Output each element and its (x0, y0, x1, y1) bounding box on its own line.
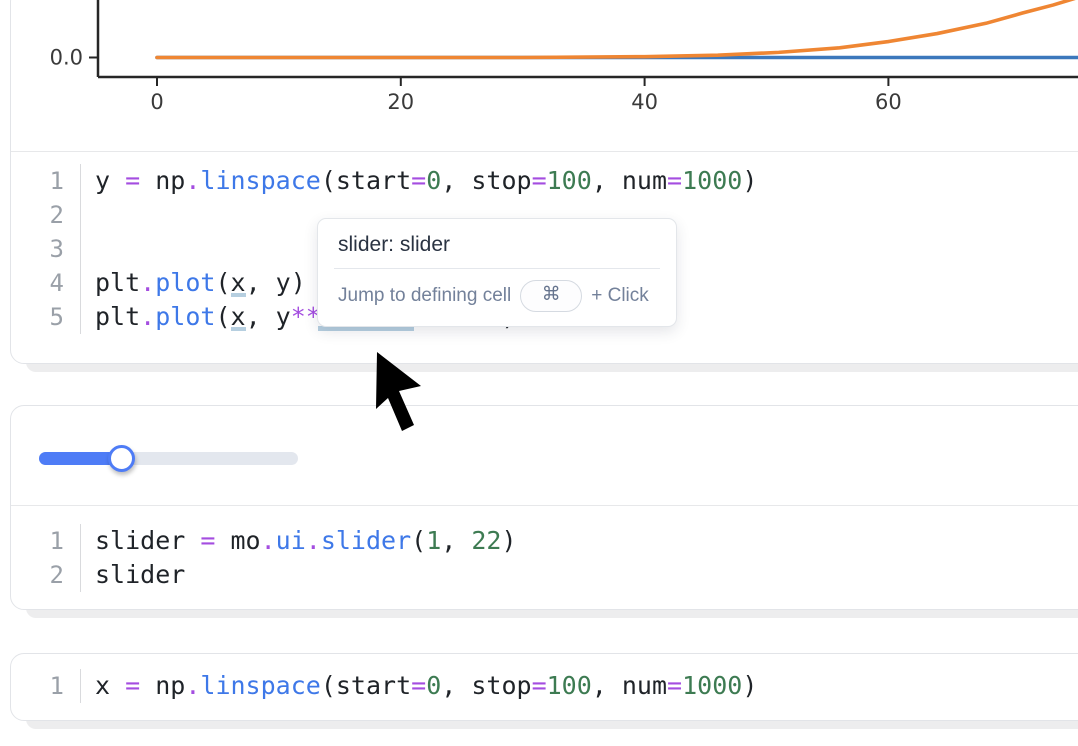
code-token: np (140, 166, 185, 195)
code-token: . (185, 671, 200, 700)
code-token: 0 (426, 166, 441, 195)
code-token: , stop (441, 166, 531, 195)
variable-tooltip: slider: slider Jump to defining cell ⌘ +… (317, 218, 677, 327)
x-tick-label: 0 (150, 90, 163, 114)
x-tick-label: 40 (631, 90, 658, 114)
code-token: , num (592, 671, 667, 700)
code-token: 22 (471, 526, 501, 555)
y-tick-label: 0.0 (50, 46, 83, 70)
plot-output: 0.0 0 20 40 60 (11, 0, 1078, 152)
chart-series-line (157, 0, 1078, 58)
line-number: 1 (11, 524, 81, 558)
code-token: linspace (200, 166, 320, 195)
code-token: , y (246, 302, 291, 331)
code-line[interactable]: slider (81, 558, 185, 592)
code-token: ) (742, 671, 757, 700)
code-token: = (125, 671, 140, 700)
code-token: x (95, 671, 125, 700)
notebook-cell-x: 1x = np.linspace(start=0, stop=100, num=… (10, 653, 1078, 721)
code-token: ( (215, 302, 230, 331)
slider-thumb[interactable] (108, 445, 135, 472)
code-row[interactable]: 1slider = mo.ui.slider(1, 22) (11, 524, 1078, 558)
code-token: = (411, 166, 426, 195)
slider-track[interactable] (39, 452, 298, 465)
code-token: = (532, 671, 547, 700)
code-line[interactable]: y = np.linspace(start=0, stop=100, num=1… (81, 164, 757, 198)
code-token: , num (592, 166, 667, 195)
code-token: . (306, 526, 321, 555)
command-key-icon: ⌘ (542, 282, 561, 308)
code-token: (start (321, 166, 411, 195)
code-token: = (667, 671, 682, 700)
code-editor[interactable]: 1x = np.linspace(start=0, stop=100, num=… (11, 654, 1078, 720)
code-token: 0 (426, 671, 441, 700)
code-token: ) (742, 166, 757, 195)
code-token: . (140, 302, 155, 331)
code-token: plot (155, 268, 215, 297)
slider-output (11, 406, 1078, 506)
code-token: , (441, 526, 471, 555)
code-token: , y) (246, 268, 306, 297)
code-token: = (125, 166, 140, 195)
code-line[interactable] (81, 198, 95, 232)
code-token: ( (215, 268, 230, 297)
line-number: 5 (11, 300, 81, 334)
code-token: = (532, 166, 547, 195)
line-number: 4 (11, 266, 81, 300)
code-token: y (95, 166, 125, 195)
x-tick-label: 60 (875, 90, 902, 114)
variable-link[interactable]: x (231, 302, 246, 331)
tooltip-action-label: Jump to defining cell (338, 285, 511, 307)
notebook-cell-slider: 1slider = mo.ui.slider(1, 22)2slider (10, 405, 1078, 610)
code-token: 1000 (682, 166, 742, 195)
code-token: . (261, 526, 276, 555)
code-token: slider (321, 526, 411, 555)
code-token: linspace (200, 671, 320, 700)
cursor-arrow-icon (374, 351, 424, 435)
code-token: mo (215, 526, 260, 555)
code-token: slider (95, 526, 200, 555)
code-token: ) (501, 526, 516, 555)
code-token: 100 (547, 671, 592, 700)
variable-link[interactable]: x (231, 268, 246, 297)
code-token: ( (411, 526, 426, 555)
code-token: np (140, 671, 185, 700)
code-editor[interactable]: 1slider = mo.ui.slider(1, 22)2slider (11, 506, 1078, 610)
code-line[interactable]: plt.plot(x, y) (81, 266, 306, 300)
code-token: (start (321, 671, 411, 700)
line-number: 3 (11, 232, 81, 266)
code-token: plt (95, 268, 140, 297)
matplotlib-chart: 0.0 0 20 40 60 (11, 0, 1078, 151)
code-token: = (411, 671, 426, 700)
x-tick-label: 20 (387, 90, 414, 114)
code-line[interactable]: x = np.linspace(start=0, stop=100, num=1… (81, 669, 757, 703)
code-token: , stop (441, 671, 531, 700)
code-token: 1000 (682, 671, 742, 700)
code-token: 100 (547, 166, 592, 195)
command-key-badge: ⌘ (520, 280, 582, 312)
code-token: ui (276, 526, 306, 555)
line-number: 2 (11, 558, 81, 592)
line-number: 1 (11, 164, 81, 198)
code-line[interactable]: slider = mo.ui.slider(1, 22) (81, 524, 517, 558)
code-token: = (667, 166, 682, 195)
line-number: 1 (11, 669, 81, 703)
code-token: plot (155, 302, 215, 331)
code-token: = (200, 526, 215, 555)
code-row[interactable]: 1y = np.linspace(start=0, stop=100, num=… (11, 164, 1078, 198)
tooltip-hint: Jump to defining cell ⌘ + Click (318, 269, 676, 326)
code-token: . (185, 166, 200, 195)
code-line[interactable] (81, 232, 95, 266)
line-number: 2 (11, 198, 81, 232)
code-token: 1 (426, 526, 441, 555)
code-row[interactable]: 2 slider (11, 558, 1078, 592)
tooltip-title: slider: slider (318, 219, 676, 268)
code-token: slider (95, 560, 185, 589)
tooltip-click-label: + Click (591, 285, 649, 307)
code-token: . (140, 268, 155, 297)
code-row[interactable]: 1x = np.linspace(start=0, stop=100, num=… (11, 669, 1078, 703)
code-token: plt (95, 302, 140, 331)
